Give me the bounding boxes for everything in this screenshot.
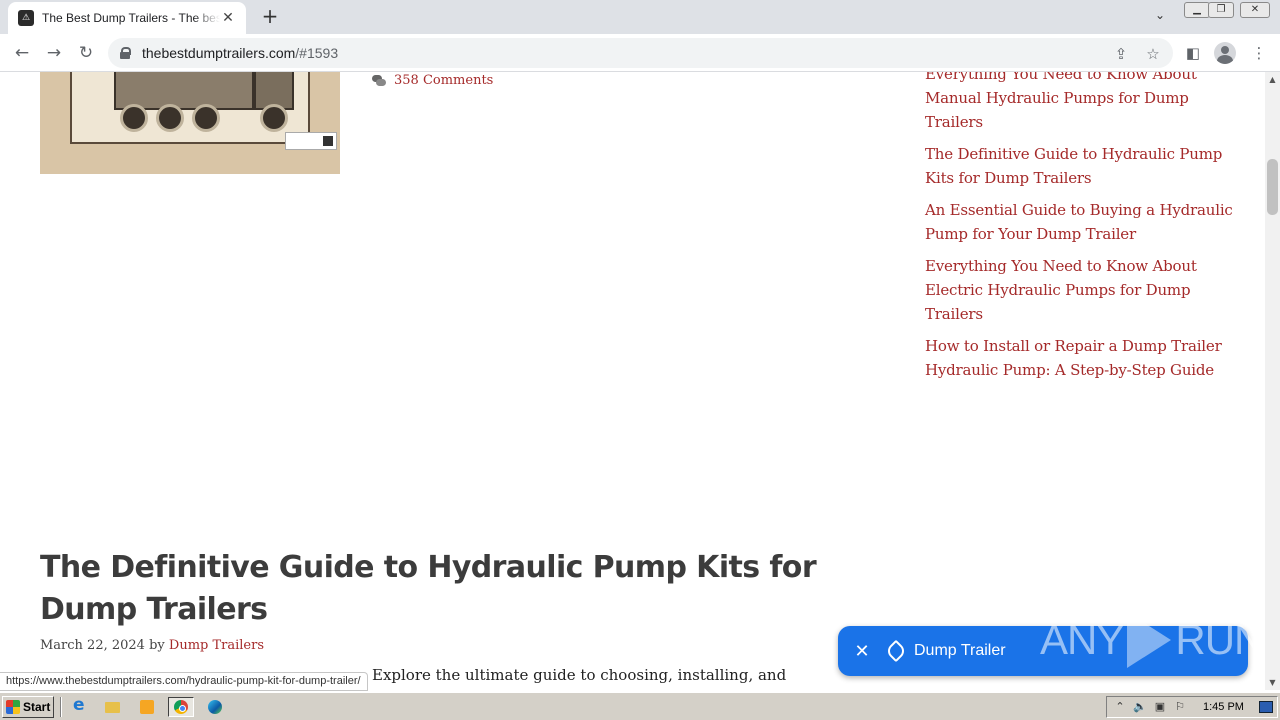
site-favicon-icon: ⚠ <box>18 10 34 26</box>
tag-icon <box>884 639 908 663</box>
restore-button[interactable]: ❐ <box>1208 2 1234 18</box>
share-icon[interactable]: ⇪ <box>1111 44 1131 64</box>
page-scrollbar[interactable]: ▲ ▼ <box>1265 72 1280 690</box>
windows-taskbar: Start ⌃ 🔈 ▣ ⚐ 1:45 PM <box>0 692 1280 720</box>
tab-title: The Best Dump Trailers - The best du <box>42 11 220 25</box>
truck-wheel <box>120 104 148 132</box>
network-icon[interactable]: ▣ <box>1153 700 1167 714</box>
article-title[interactable]: The Definitive Guide to Hydraulic Pump K… <box>40 547 820 631</box>
page-viewport: 358 Comments Everything You Need to Know… <box>0 72 1265 690</box>
sidebar-post-link[interactable]: Everything You Need to Know About Electr… <box>925 254 1235 326</box>
comments-link[interactable]: 358 Comments <box>394 73 493 88</box>
sidebar-post-link[interactable]: How to Install or Repair a Dump Trailer … <box>925 334 1235 382</box>
volume-icon[interactable]: 🔈 <box>1133 700 1147 714</box>
comments-meta: 358 Comments <box>372 73 493 88</box>
system-tray: ⌃ 🔈 ▣ ⚐ 1:45 PM <box>1106 696 1278 718</box>
post-thumbnail-image[interactable] <box>40 72 340 174</box>
reload-icon[interactable]: ↻ <box>74 41 98 65</box>
back-arrow-icon[interactable]: ← <box>10 41 34 65</box>
anyrun-watermark: ANY RUN <box>1040 610 1264 670</box>
article-author-link[interactable]: Dump Trailers <box>169 638 264 653</box>
chrome-icon[interactable] <box>168 697 194 717</box>
edge-icon[interactable] <box>204 697 226 717</box>
action-center-flag-icon[interactable]: ⚐ <box>1173 700 1187 714</box>
file-explorer-icon[interactable] <box>102 697 124 717</box>
logo-mark-icon <box>323 136 333 146</box>
url-host: thebestdumptrailers.com <box>142 45 296 61</box>
chip-close-icon[interactable]: ✕ <box>852 641 872 662</box>
lock-icon[interactable] <box>120 47 131 59</box>
internet-explorer-icon[interactable] <box>68 695 90 717</box>
side-panel-icon[interactable]: ◧ <box>1182 42 1204 64</box>
scroll-up-arrow-icon[interactable]: ▲ <box>1265 72 1280 87</box>
close-window-button[interactable]: ✕ <box>1240 2 1270 18</box>
menu-kebab-icon[interactable]: ⋮ <box>1248 42 1270 64</box>
thumbnail-frame <box>70 72 310 144</box>
minimize-button[interactable]: ▁ <box>1184 2 1210 18</box>
watermark-right-text: RUN <box>1175 616 1264 663</box>
scroll-down-arrow-icon[interactable]: ▼ <box>1265 675 1280 690</box>
tab-search-chevron-icon[interactable]: ⌄ <box>1150 8 1170 26</box>
link-status-bubble: https://www.thebestdumptrailers.com/hydr… <box>0 672 368 691</box>
watermark-left-text: ANY <box>1040 616 1124 663</box>
profile-avatar-icon[interactable] <box>1214 42 1236 64</box>
scrollbar-thumb[interactable] <box>1267 159 1278 215</box>
sidebar-post-link[interactable]: An Essential Guide to Buying a Hydraulic… <box>925 198 1235 246</box>
article-date: March 22, 2024 <box>40 638 145 653</box>
recent-posts-sidebar: Everything You Need to Know About Manual… <box>925 72 1235 390</box>
article-excerpt: Explore the ultimate guide to choosing, … <box>372 666 787 684</box>
show-hidden-icons-icon[interactable]: ⌃ <box>1113 700 1127 714</box>
windows-logo-icon <box>6 700 20 714</box>
article-byline: March 22, 2024 by Dump Trailers <box>40 638 264 653</box>
truck-wheel <box>156 104 184 132</box>
watermark-play-icon <box>1127 612 1172 668</box>
start-label: Start <box>23 700 51 714</box>
sidebar-post-link[interactable]: Everything You Need to Know About Manual… <box>925 72 1235 134</box>
sidebar-post-link[interactable]: The Definitive Guide to Hydraulic Pump K… <box>925 142 1235 190</box>
url-path: /#1593 <box>295 45 339 61</box>
truck-wheel <box>260 104 288 132</box>
tab-close-icon[interactable]: ✕ <box>220 10 236 26</box>
browser-toolbar: ← → ↻ thebestdumptrailers.com/#1593 ⇪ ☆ … <box>0 34 1280 72</box>
forward-arrow-icon[interactable]: → <box>42 41 66 65</box>
media-player-icon[interactable] <box>136 697 158 717</box>
truck-wheel <box>192 104 220 132</box>
byline-by: by <box>149 638 165 653</box>
new-tab-button[interactable]: + <box>258 6 282 28</box>
taskbar-separator <box>60 697 62 717</box>
thumbnail-logo <box>285 132 337 150</box>
browser-tab[interactable]: ⚠ The Best Dump Trailers - The best du ✕ <box>8 2 246 34</box>
chip-label[interactable]: Dump Trailer <box>914 642 1006 660</box>
bookmark-star-icon[interactable]: ☆ <box>1143 44 1163 64</box>
show-desktop-icon[interactable] <box>1259 701 1273 713</box>
comments-icon <box>372 75 386 86</box>
url-text[interactable]: thebestdumptrailers.com/#1593 <box>142 45 338 61</box>
taskbar-clock[interactable]: 1:45 PM <box>1203 701 1244 713</box>
address-bar[interactable]: thebestdumptrailers.com/#1593 ⇪ ☆ <box>108 38 1173 68</box>
tab-strip: ⚠ The Best Dump Trailers - The best du ✕… <box>0 0 1280 34</box>
start-button[interactable]: Start <box>2 696 54 718</box>
